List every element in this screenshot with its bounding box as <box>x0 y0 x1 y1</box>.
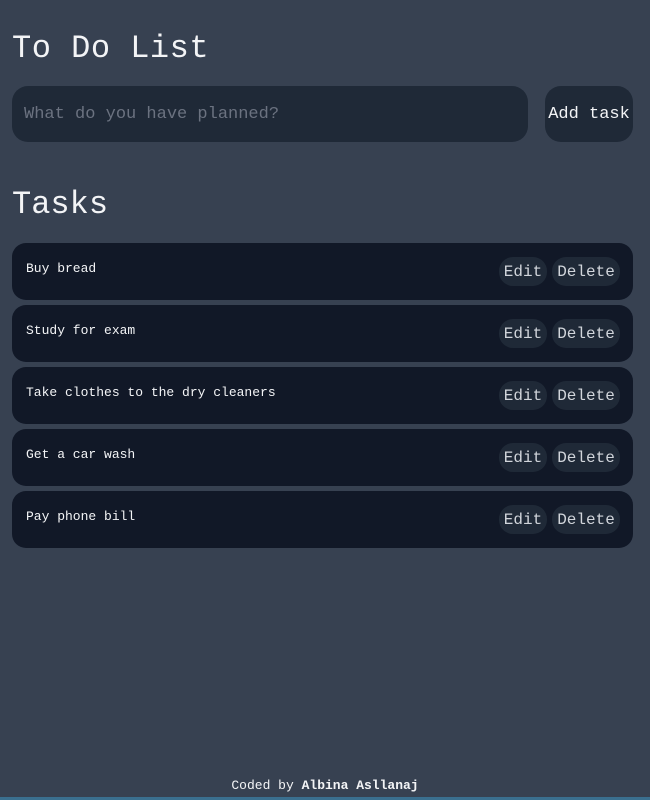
task-list: Buy bread Edit Delete Study for exam Edi… <box>12 243 633 553</box>
edit-button[interactable]: Edit <box>499 381 547 410</box>
delete-button[interactable]: Delete <box>552 319 620 348</box>
task-actions: Edit Delete <box>499 381 620 410</box>
task-item: Study for exam Edit Delete <box>12 305 633 362</box>
task-actions: Edit Delete <box>499 319 620 348</box>
edit-button[interactable]: Edit <box>499 319 547 348</box>
todo-app: To Do List Add task Tasks Buy bread Edit… <box>0 0 650 800</box>
task-actions: Edit Delete <box>499 505 620 534</box>
edit-button[interactable]: Edit <box>499 443 547 472</box>
footer-author: Albina Asllanaj <box>301 778 419 793</box>
new-task-form: Add task <box>12 86 633 142</box>
task-item: Pay phone bill Edit Delete <box>12 491 633 548</box>
task-text: Study for exam <box>26 323 136 338</box>
task-actions: Edit Delete <box>499 257 620 286</box>
task-text: Take clothes to the dry cleaners <box>26 385 276 400</box>
delete-button[interactable]: Delete <box>552 257 620 286</box>
footer-prefix: Coded by <box>231 778 294 793</box>
delete-button[interactable]: Delete <box>552 381 620 410</box>
task-text: Buy bread <box>26 261 97 276</box>
app-title: To Do List <box>12 30 210 67</box>
tasks-heading: Tasks <box>12 186 109 223</box>
new-task-input[interactable] <box>12 86 528 142</box>
task-actions: Edit Delete <box>499 443 620 472</box>
delete-button[interactable]: Delete <box>552 443 620 472</box>
edit-button[interactable]: Edit <box>499 257 547 286</box>
edit-button[interactable]: Edit <box>499 505 547 534</box>
task-item: Buy bread Edit Delete <box>12 243 633 300</box>
task-text: Get a car wash <box>26 447 136 462</box>
delete-button[interactable]: Delete <box>552 505 620 534</box>
task-text: Pay phone bill <box>26 509 136 524</box>
task-item: Get a car wash Edit Delete <box>12 429 633 486</box>
footer: Coded by Albina Asllanaj <box>0 777 650 795</box>
add-task-button[interactable]: Add task <box>545 86 633 142</box>
task-item: Take clothes to the dry cleaners Edit De… <box>12 367 633 424</box>
